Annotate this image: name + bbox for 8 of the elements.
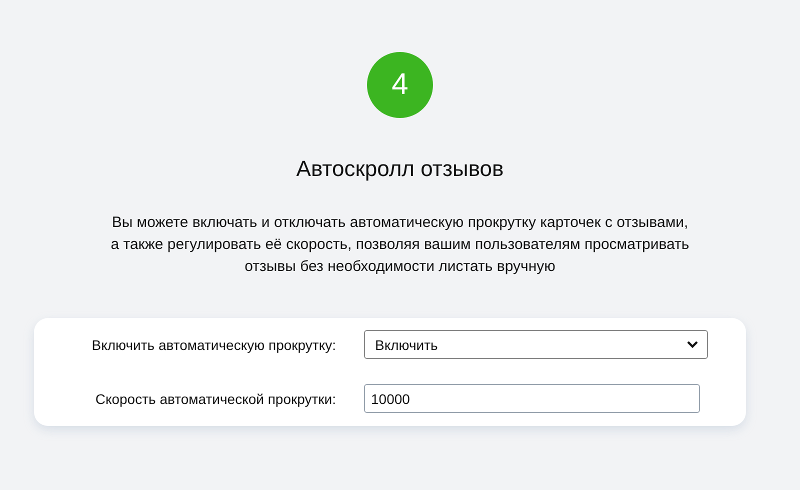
dropdown-select[interactable]: Включить (364, 330, 708, 359)
setting-label: Скорость автоматической прокрутки: (94, 390, 336, 406)
setting-label: Включить автоматическую прокрутку: (90, 336, 336, 352)
input-field[interactable]: 10000 (364, 384, 700, 413)
description-text: Вы можете включать и отключать автоматическую прокрутку карточек с отзывами, а также регулировать её скорость, позволяя вашим пользователям просматривать отзывы без необходимости листать вручную (110, 213, 690, 277)
section-title: Автоскролл отзывов (296, 156, 504, 182)
step-number-badge: 4 (367, 52, 433, 118)
chevron-down-icon (687, 341, 698, 348)
